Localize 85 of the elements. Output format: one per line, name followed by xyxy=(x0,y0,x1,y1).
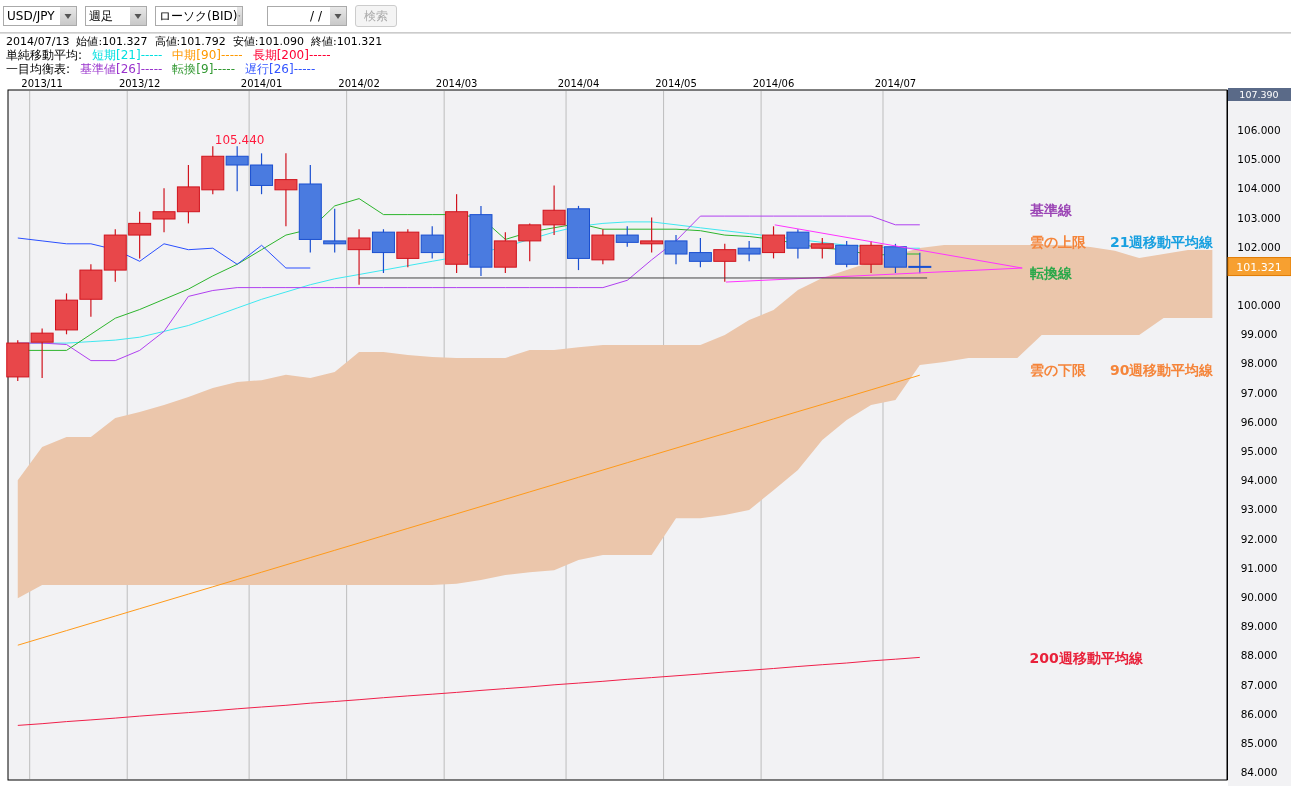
candlestick xyxy=(664,234,688,265)
price-tick-label: 97.000 xyxy=(1240,386,1278,399)
legend-item: 遅行[26]----- xyxy=(245,62,316,76)
annotation-text: 雲の上限 xyxy=(1029,234,1086,251)
price-tick-label: 87.000 xyxy=(1240,678,1278,691)
legend-item: 短期[21]----- xyxy=(92,48,163,62)
period-select[interactable]: 週足 xyxy=(85,6,147,26)
candlestick xyxy=(810,237,834,259)
candlestick xyxy=(152,187,176,233)
price-tick-label: 104.000 xyxy=(1237,182,1281,195)
candlestick xyxy=(201,145,225,195)
caret-icon xyxy=(237,7,242,25)
price-tick-label: 96.000 xyxy=(1240,415,1278,428)
month-label: 2014/04 xyxy=(557,78,600,89)
candlestick xyxy=(908,252,932,274)
symbol-select[interactable]: USD/JPY xyxy=(3,6,77,26)
month-label: 2014/03 xyxy=(435,78,478,89)
price-tick-label: 84.000 xyxy=(1240,766,1278,779)
price-tick-label: 99.000 xyxy=(1240,328,1278,341)
caret-icon xyxy=(130,7,146,25)
month-label: 2013/12 xyxy=(118,78,161,89)
legend-title: 単純移動平均: xyxy=(6,48,83,62)
price-tick-label: 89.000 xyxy=(1240,620,1278,633)
price-tick-label: 98.000 xyxy=(1240,357,1278,370)
candlestick xyxy=(786,228,810,259)
legend-title: 一目均衡表: xyxy=(6,62,71,76)
candlestick xyxy=(859,240,883,274)
legend-item: 転換[9]----- xyxy=(172,62,235,76)
info-close: 終値:101.321 xyxy=(311,35,383,48)
caret-icon xyxy=(60,7,76,25)
candlestick xyxy=(176,164,200,224)
candlestick xyxy=(518,222,542,262)
candlestick xyxy=(835,240,859,268)
info-high: 高値:101.792 xyxy=(154,35,226,48)
candlestick xyxy=(6,339,30,382)
price-tick-label: 93.000 xyxy=(1240,503,1278,516)
last-price-tag: 101.321 xyxy=(1227,257,1291,277)
month-label: 2014/07 xyxy=(874,78,917,89)
annotation-text: 90週移動平均線 xyxy=(1110,361,1214,378)
price-tick-label: 106.000 xyxy=(1237,124,1281,136)
price-tick-label: 86.000 xyxy=(1240,707,1278,720)
price-tick-label: 105.000 xyxy=(1237,153,1281,166)
candlestick xyxy=(30,327,54,379)
candlestick xyxy=(79,263,103,318)
candlestick xyxy=(225,145,249,192)
candlestick xyxy=(103,228,127,283)
info-open: 始値:101.327 xyxy=(76,35,148,48)
legend-item: 長期[200]----- xyxy=(252,48,331,62)
price-tick-label: 88.000 xyxy=(1240,649,1278,662)
date-field[interactable]: / / xyxy=(267,6,347,26)
period-high-tag: 107.390 xyxy=(1228,88,1291,101)
candlestick xyxy=(688,237,712,268)
month-label: 2014/02 xyxy=(338,78,380,89)
price-tick-label: 90.000 xyxy=(1240,591,1278,603)
month-label: 2014/05 xyxy=(655,78,697,89)
annotation-text: 雲の下限 xyxy=(1029,361,1086,378)
annotation-text: 転換線 xyxy=(1029,265,1072,281)
candlestick xyxy=(128,211,152,259)
price-tick-label: 100.000 xyxy=(1237,299,1281,312)
price-tick-label: 92.000 xyxy=(1240,532,1278,545)
info-low: 安値:101.090 xyxy=(232,35,304,48)
annotation-text: 21週移動平均線 xyxy=(1110,234,1214,251)
annotation-text: 基準線 xyxy=(1029,201,1072,218)
candlestick xyxy=(55,292,78,335)
month-label: 2014/06 xyxy=(752,78,795,89)
price-tick-label: 85.000 xyxy=(1240,736,1278,749)
price-tick-label: 103.000 xyxy=(1237,211,1281,224)
annotation-text: 200週移動平均線 xyxy=(1029,650,1143,667)
high-price-label: 105.440 xyxy=(214,133,265,148)
chart-type-select[interactable]: ローソク(BID) xyxy=(155,6,243,26)
price-tick-label: 102.000 xyxy=(1237,240,1281,253)
price-tick-label: 95.000 xyxy=(1240,445,1278,458)
info-date: 2014/07/13 xyxy=(6,35,70,48)
month-label: 2013/11 xyxy=(21,78,63,89)
caret-icon xyxy=(330,7,346,25)
candlestick xyxy=(542,184,566,236)
legend-item: 基準値[26]----- xyxy=(80,62,163,76)
candlestick xyxy=(396,228,420,268)
legend-item: 中期[90]----- xyxy=(172,48,243,62)
price-tick-label: 91.000 xyxy=(1240,561,1278,574)
month-label: 2014/01 xyxy=(240,78,283,89)
candlestick xyxy=(883,243,907,274)
candlestick xyxy=(347,228,371,286)
candlestick xyxy=(371,228,395,274)
price-tick-label: 94.000 xyxy=(1240,474,1278,487)
